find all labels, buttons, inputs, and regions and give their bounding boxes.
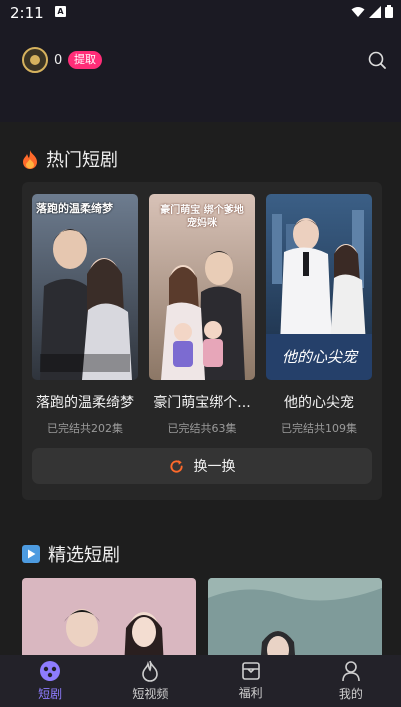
drama-status-1: 已完结共202集 [47,422,123,435]
hot-section-title: 热门短剧 [46,150,118,171]
refresh-label: 换一换 [193,459,236,475]
tab-short-video-label: 短视频 [132,687,169,701]
fire-icon [23,149,37,169]
main-content[interactable]: 热门短剧 落跑的温柔绮梦 落跑的温柔绮梦 已完结共202集 豪门萌宝 绑个爹地宠… [0,122,401,655]
header: 0 提取 [0,26,401,122]
featured-poster-art [208,578,382,655]
profile-icon [342,661,360,682]
tab-drama[interactable]: 短剧 [0,655,100,707]
refresh-button[interactable]: 换一换 [32,448,372,484]
refresh-icon [169,459,183,473]
drama-icon [40,661,61,681]
featured-section-header: 精选短剧 [22,541,120,567]
status-indicators [351,5,393,18]
tab-short-video[interactable]: 短视频 [100,655,200,707]
tab-welfare-label: 福利 [238,686,263,700]
status-time: 2:11 [10,4,44,22]
drama-item-1[interactable]: 落跑的温柔绮梦 落跑的温柔绮梦 已完结共202集 [32,194,138,436]
tab-profile-label: 我的 [338,687,363,701]
drama-name-3: 他的心尖宠 [284,395,354,411]
drama-status-2: 已完结共63集 [167,422,237,435]
featured-poster-1[interactable] [22,578,196,655]
tab-welfare[interactable]: 福利 [201,655,301,707]
play-icon [22,545,40,563]
drama-poster-3[interactable]: 他的心尖宠 [266,194,372,380]
coin-count: 0 [54,53,63,68]
featured-poster-2[interactable] [208,578,382,655]
drama-name-2: 豪门萌宝绑个... [153,395,251,411]
withdraw-button[interactable]: 提取 [68,51,102,69]
hot-section-header: 热门短剧 [22,146,118,172]
battery-icon [385,5,393,18]
drama-status-3: 已完结共109集 [281,422,357,435]
status-bar: 2:11 A [0,0,401,26]
bottom-tab-bar: 短剧 短视频 福利 我的 [0,655,401,707]
drama-item-2[interactable]: 豪门萌宝 绑个爹地宠妈咪 豪门萌宝绑个... 已完结共63集 [149,194,255,436]
drama-poster-1[interactable]: 落跑的温柔绮梦 [32,194,138,380]
featured-poster-art [22,578,196,655]
hot-drama-card: 落跑的温柔绮梦 落跑的温柔绮梦 已完结共202集 豪门萌宝 绑个爹地宠妈咪 豪门… [22,182,382,500]
tab-drama-label: 短剧 [38,687,63,701]
drama-poster-2[interactable]: 豪门萌宝 绑个爹地宠妈咪 [149,194,255,380]
featured-section-title: 精选短剧 [48,545,120,566]
notification-a-icon: A [55,6,66,17]
signal-icon [369,5,381,18]
gift-icon [241,662,260,680]
wifi-icon [351,6,365,17]
drama-item-3[interactable]: 他的心尖宠 他的心尖宠 已完结共109集 [266,194,372,436]
search-icon[interactable] [367,50,387,70]
flame-icon [142,660,159,682]
tab-profile[interactable]: 我的 [301,655,401,707]
poster-title-2: 豪门萌宝 绑个爹地宠妈咪 [160,205,244,229]
coin-icon[interactable] [22,47,48,73]
poster-art [32,194,138,380]
poster-title-3: 他的心尖宠 [282,348,358,366]
poster-title-1: 落跑的温柔绮梦 [36,202,113,215]
drama-name-1: 落跑的温柔绮梦 [36,395,134,411]
